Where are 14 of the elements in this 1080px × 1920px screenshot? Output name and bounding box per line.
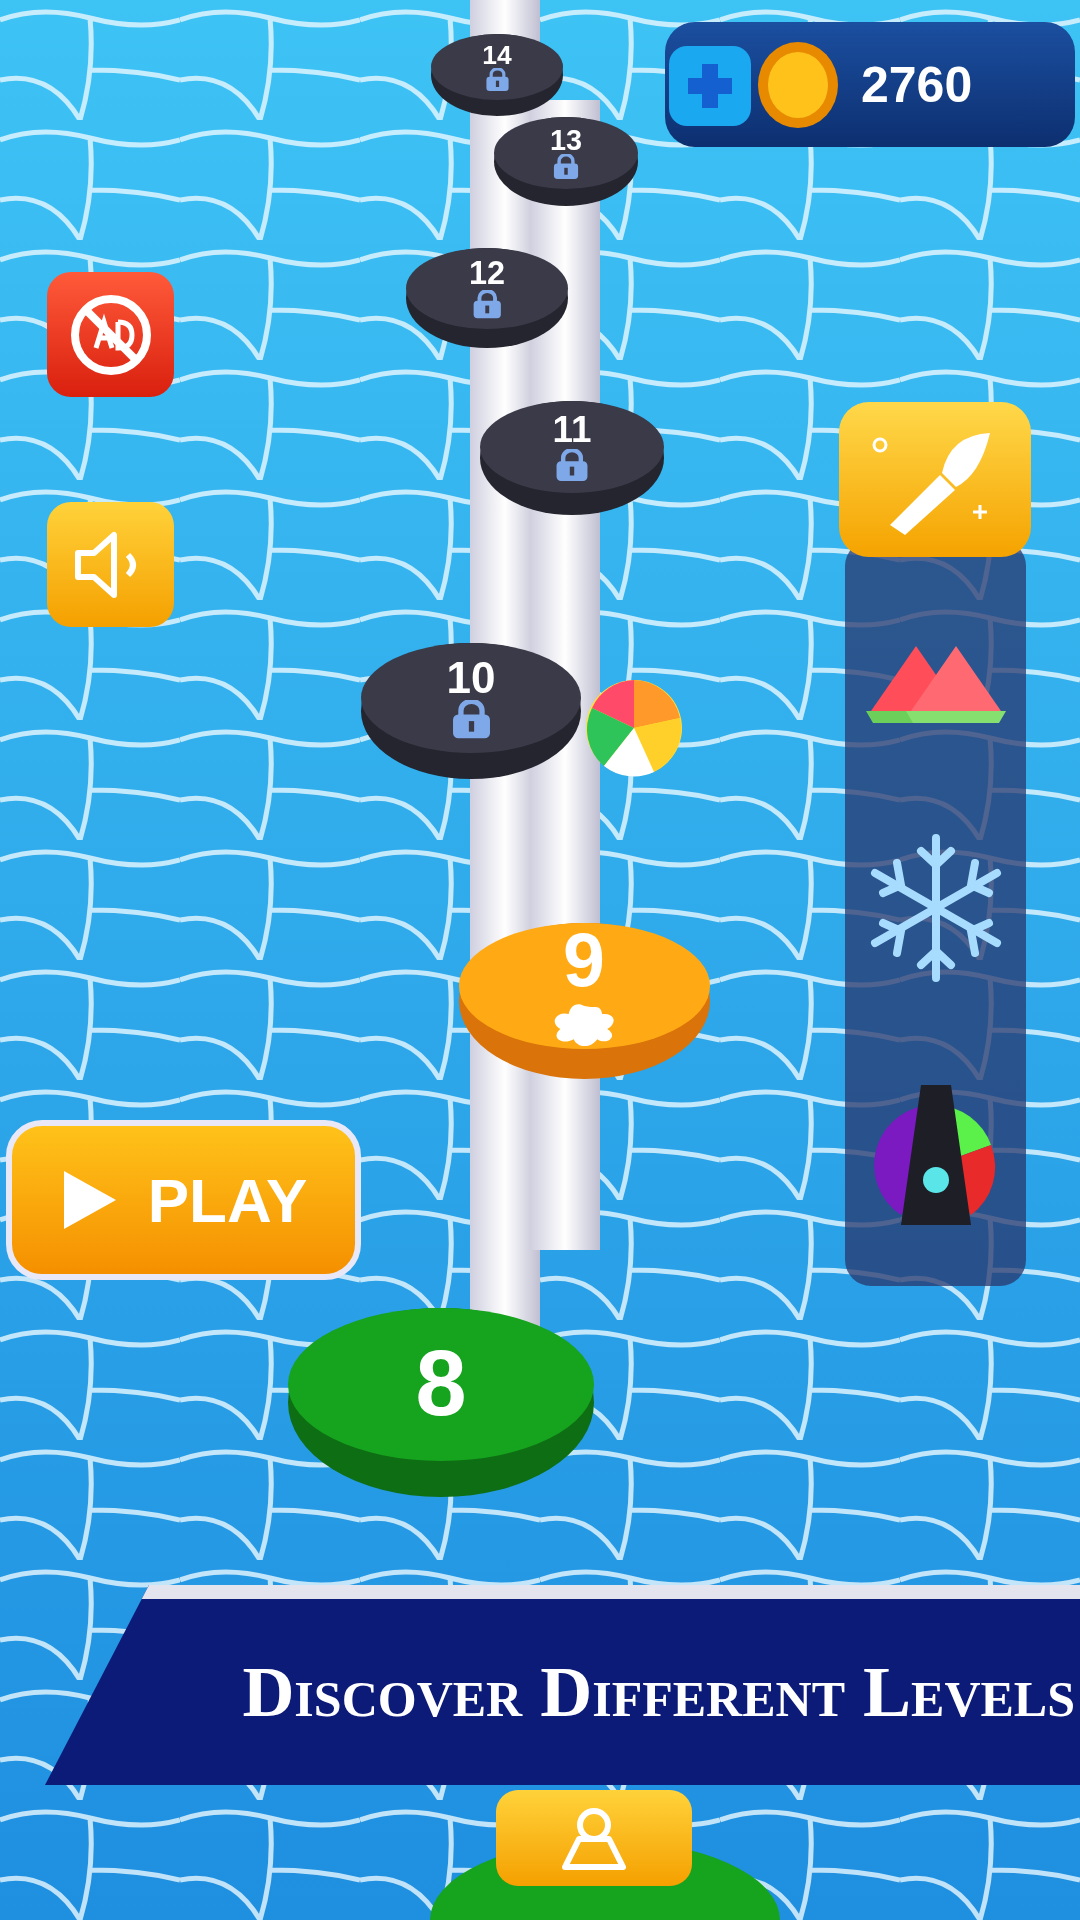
level-number: 11: [552, 412, 592, 449]
coin-amount: 2760: [861, 55, 973, 114]
beach-ball-icon: [584, 678, 684, 778]
level-number: 13: [550, 125, 582, 155]
remove-ads-button[interactable]: [47, 272, 174, 397]
level-number: 8: [415, 1338, 467, 1430]
banner-text: Discover Different Levels: [242, 1650, 1075, 1734]
level-number: 14: [482, 41, 512, 69]
level-number: 12: [469, 257, 505, 290]
character-button[interactable]: [496, 1790, 692, 1886]
person-icon: [559, 1805, 629, 1871]
level-number: 10: [446, 656, 496, 701]
coin-icon: [755, 39, 841, 130]
level-number: 9: [563, 923, 605, 999]
